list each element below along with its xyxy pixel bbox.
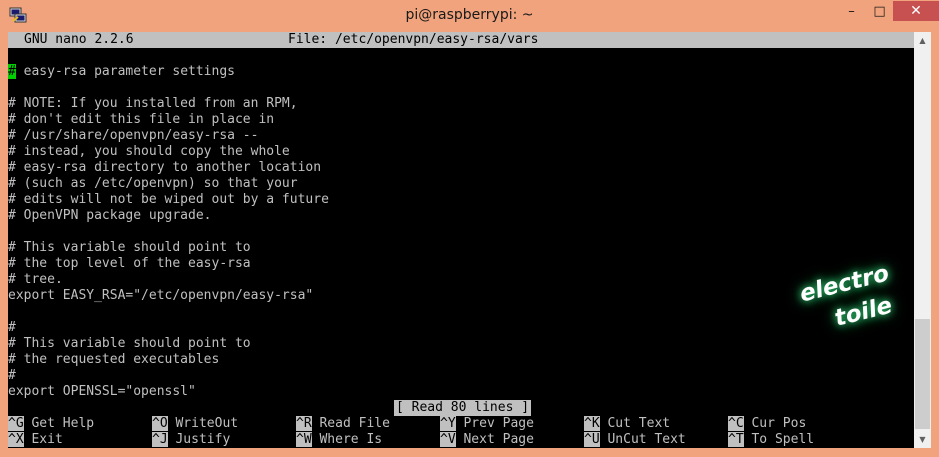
shortcut-uncut-text[interactable]: ^U UnCut Text bbox=[584, 432, 686, 448]
nano-status-bar: GNU nano 2.2.6 File: /etc/openvpn/easy-r… bbox=[8, 32, 914, 48]
maximize-icon: □ bbox=[873, 3, 886, 19]
editor-line: # easy-rsa parameter settings bbox=[8, 64, 235, 79]
maximize-button[interactable]: □ bbox=[866, 1, 893, 21]
editor-line: # bbox=[8, 368, 16, 383]
shortcut-where-is[interactable]: ^W Where Is bbox=[296, 432, 382, 448]
close-button[interactable]: ✕ bbox=[893, 1, 939, 21]
terminal-window: pi@raspberrypi: ~ – □ ✕ GNU nano 2.2.6 F… bbox=[0, 0, 939, 457]
editor-line: export OPENSSL="openssl" bbox=[8, 384, 196, 399]
minimize-icon: – bbox=[848, 3, 855, 19]
editor-line: # the requested executables bbox=[8, 352, 220, 367]
editor-line: # (such as /etc/openvpn) so that your bbox=[8, 176, 298, 191]
shortcut-prev-page[interactable]: ^Y Prev Page bbox=[440, 416, 534, 432]
status-message: [ Read 80 lines ] bbox=[394, 400, 532, 416]
editor-line: # easy-rsa directory to another location bbox=[8, 160, 322, 175]
shortcut-to-spell[interactable]: ^T To Spell bbox=[728, 432, 814, 448]
editor-line: # don't edit this file in place in bbox=[8, 112, 275, 127]
shortcut-get-help[interactable]: ^G Get Help bbox=[8, 416, 94, 432]
editor-line: # OpenVPN package upgrade. bbox=[8, 208, 212, 223]
shortcut-cut-text[interactable]: ^K Cut Text bbox=[584, 416, 670, 432]
window-title: pi@raspberrypi: ~ bbox=[405, 7, 534, 23]
shortcut-writeout[interactable]: ^O WriteOut bbox=[152, 416, 238, 432]
shortcut-cur-pos[interactable]: ^C Cur Pos bbox=[728, 416, 806, 432]
close-icon: ✕ bbox=[910, 3, 922, 19]
watermark-logo: electro toile bbox=[797, 260, 895, 332]
scroll-down-arrow-icon[interactable]: ▼ bbox=[914, 431, 931, 448]
scrollbar-thumb[interactable] bbox=[915, 319, 930, 429]
editor-line: # This variable should point to bbox=[8, 240, 251, 255]
file-name: File: /etc/openvpn/easy-rsa/vars bbox=[288, 32, 539, 47]
minimize-button[interactable]: – bbox=[838, 1, 865, 21]
editor-line: # tree. bbox=[8, 272, 63, 287]
editor-line: # NOTE: If you installed from an RPM, bbox=[8, 96, 298, 111]
editor-line: # instead, you should copy the whole bbox=[8, 144, 290, 159]
terminal-area[interactable]: GNU nano 2.2.6 File: /etc/openvpn/easy-r… bbox=[8, 32, 914, 448]
shortcut-next-page[interactable]: ^V Next Page bbox=[440, 432, 534, 448]
editor-line: # the top level of the easy-rsa bbox=[8, 256, 251, 271]
editor-line: # edits will not be wiped out by a futur… bbox=[8, 192, 329, 207]
editor-content[interactable]: # easy-rsa parameter settings # NOTE: If… bbox=[8, 64, 329, 400]
editor-line: # This variable should point to bbox=[8, 336, 251, 351]
editor-line: export EASY_RSA="/etc/openvpn/easy-rsa" bbox=[8, 288, 314, 303]
scroll-up-arrow-icon[interactable]: ▲ bbox=[914, 32, 931, 49]
nano-version: GNU nano 2.2.6 bbox=[24, 32, 134, 47]
vertical-scrollbar[interactable]: ▲ ▼ bbox=[914, 32, 931, 448]
editor-line: # bbox=[8, 320, 16, 335]
shortcut-exit[interactable]: ^X Exit bbox=[8, 432, 63, 448]
shortcut-read-file[interactable]: ^R Read File bbox=[296, 416, 390, 432]
shortcut-justify[interactable]: ^J Justify bbox=[152, 432, 230, 448]
title-bar[interactable]: pi@raspberrypi: ~ – □ ✕ bbox=[0, 0, 939, 32]
editor-line: # /usr/share/openvpn/easy-rsa -- bbox=[8, 128, 259, 143]
text-cursor: # bbox=[8, 64, 16, 79]
